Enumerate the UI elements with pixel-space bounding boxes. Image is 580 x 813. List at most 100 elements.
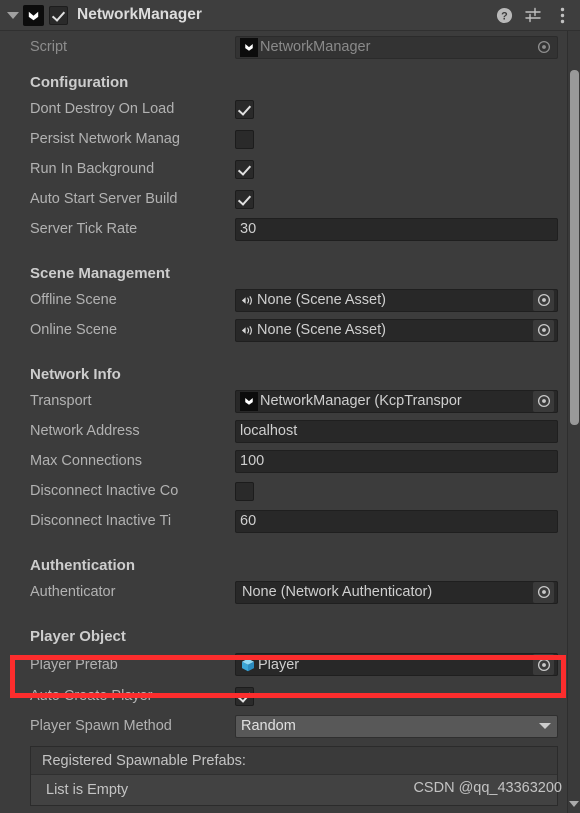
checkbox-disconnect-inactive-connections[interactable] [235, 481, 254, 501]
checkbox-persist-network-manager[interactable] [235, 129, 254, 149]
row-transport: Transport NetworkManager (KcpTranspor [0, 386, 568, 416]
row-network-address: Network Address localhost [0, 416, 568, 446]
label-run-in-background: Run In Background [30, 161, 155, 177]
object-picker-icon[interactable] [533, 37, 554, 58]
checkbox-run-in-background[interactable] [235, 159, 254, 179]
row-script: Script NetworkManager [0, 31, 568, 63]
value-offline-scene: None (Scene Asset) [257, 292, 386, 308]
label-disconnect-inactive-timeout: Disconnect Inactive Ti [30, 513, 172, 529]
scene-asset-icon [240, 323, 255, 338]
label-online-scene: Online Scene [30, 322, 118, 338]
row-disconnect-inactive-connections: Disconnect Inactive Co [0, 476, 568, 506]
more-vertical-icon[interactable] [552, 5, 572, 25]
spawnable-prefabs-list-header: Registered Spawnable Prefabs: [31, 747, 557, 775]
label-player-spawn-method: Player Spawn Method [30, 718, 172, 734]
spacer-scene-management [0, 244, 568, 254]
foldout-triangle-icon[interactable] [6, 8, 20, 22]
unity-inspector-panel: NetworkManager ? Script NetworkManager C… [0, 0, 580, 813]
row-max-connections: Max Connections 100 [0, 446, 568, 476]
value-transport: NetworkManager (KcpTranspor [260, 393, 462, 409]
value-network-address: localhost [240, 423, 298, 439]
label-transport: Transport [30, 393, 92, 409]
label-persist-network-manager: Persist Network Manag [30, 131, 180, 147]
input-network-address[interactable]: localhost [235, 419, 558, 443]
label-authenticator: Authenticator [30, 584, 116, 600]
object-picker-icon[interactable] [533, 319, 554, 341]
row-auto-create-player: Auto Create Player [0, 681, 568, 711]
label-auto-start-server-build: Auto Start Server Build [30, 191, 178, 207]
object-picker-icon[interactable] [533, 289, 554, 311]
row-dont-destroy-on-load: Dont Destroy On Load [0, 94, 568, 124]
object-picker-icon[interactable] [533, 390, 554, 412]
label-script: Script [30, 39, 68, 55]
object-field-transport[interactable]: NetworkManager (KcpTranspor [235, 389, 558, 413]
input-disconnect-inactive-timeout[interactable]: 60 [235, 509, 558, 533]
chevron-down-icon[interactable] [569, 801, 579, 807]
inspector-body: Script NetworkManager Configuration Dont… [0, 31, 568, 813]
object-field-online-scene[interactable]: None (Scene Asset) [235, 318, 558, 342]
label-dont-destroy-on-load: Dont Destroy On Load [30, 101, 175, 117]
component-enabled-checkbox[interactable] [49, 5, 68, 25]
value-player-prefab: Player [258, 656, 300, 673]
row-online-scene: Online Scene None (Scene Asset) [0, 315, 568, 345]
value-max-connections: 100 [240, 453, 265, 469]
row-authenticator: Authenticator None (Network Authenticato… [0, 577, 568, 607]
prefab-cube-icon [240, 657, 256, 673]
section-header-network-info: Network Info [30, 366, 121, 383]
script-object-field[interactable]: NetworkManager [235, 35, 558, 59]
section-header-authentication: Authentication [30, 557, 135, 574]
label-offline-scene: Offline Scene [30, 292, 117, 308]
svg-text:?: ? [501, 10, 508, 22]
label-network-address: Network Address [30, 423, 140, 439]
mirror-logo-icon [23, 4, 44, 26]
row-persist-network-manager: Persist Network Manag [0, 124, 568, 154]
script-value: NetworkManager [260, 39, 371, 55]
spacer-network-info [0, 345, 568, 355]
row-auto-start-server-build: Auto Start Server Build [0, 184, 568, 214]
checkbox-auto-create-player[interactable] [235, 686, 254, 706]
object-field-player-prefab[interactable]: Player [235, 653, 558, 676]
label-server-tick-rate: Server Tick Rate [30, 221, 138, 237]
script-asset-icon [240, 37, 258, 57]
component-header: NetworkManager ? [0, 0, 580, 31]
dropdown-player-spawn-method[interactable]: Random [235, 714, 558, 738]
section-header-scene-management: Scene Management [30, 265, 171, 282]
value-player-spawn-method: Random [241, 718, 296, 734]
label-max-connections: Max Connections [30, 453, 143, 469]
object-field-offline-scene[interactable]: None (Scene Asset) [235, 288, 558, 312]
help-icon[interactable]: ? [494, 5, 514, 25]
value-disconnect-inactive-timeout: 60 [240, 513, 257, 529]
object-picker-icon[interactable] [533, 581, 554, 603]
vertical-scrollbar[interactable] [567, 31, 580, 813]
row-offline-scene: Offline Scene None (Scene Asset) [0, 285, 568, 315]
section-header-player-object: Player Object [30, 628, 126, 645]
input-max-connections[interactable]: 100 [235, 449, 558, 473]
input-server-tick-rate[interactable]: 30 [235, 217, 558, 241]
spacer-player-object [0, 607, 568, 617]
row-player-spawn-method: Player Spawn Method Random [0, 711, 568, 741]
chevron-down-icon [539, 723, 551, 729]
spacer-authentication [0, 536, 568, 546]
preset-sliders-icon[interactable] [523, 5, 543, 25]
scene-asset-icon [240, 293, 255, 308]
spawnable-prefabs-list: Registered Spawnable Prefabs: List is Em… [30, 746, 558, 806]
value-authenticator: None (Network Authenticator) [242, 584, 433, 600]
component-title: NetworkManager [77, 6, 202, 23]
label-player-prefab: Player Prefab [30, 656, 118, 673]
label-disconnect-inactive-connections: Disconnect Inactive Co [30, 483, 179, 499]
script-asset-icon [240, 391, 258, 411]
object-field-authenticator[interactable]: None (Network Authenticator) [235, 580, 558, 604]
section-header-configuration: Configuration [30, 74, 129, 91]
row-run-in-background: Run In Background [0, 154, 568, 184]
label-auto-create-player: Auto Create Player [30, 688, 153, 704]
scrollbar-thumb[interactable] [570, 70, 579, 425]
checkbox-auto-start-server-build[interactable] [235, 189, 254, 209]
row-server-tick-rate: Server Tick Rate 30 [0, 214, 568, 244]
object-picker-icon[interactable] [533, 654, 554, 675]
value-server-tick-rate: 30 [240, 221, 257, 237]
row-player-prefab: Player Prefab Player [0, 648, 568, 681]
value-online-scene: None (Scene Asset) [257, 322, 386, 338]
row-disconnect-inactive-timeout: Disconnect Inactive Ti 60 [0, 506, 568, 536]
watermark: CSDN @qq_43363200 [413, 780, 562, 796]
checkbox-dont-destroy-on-load[interactable] [235, 99, 254, 119]
